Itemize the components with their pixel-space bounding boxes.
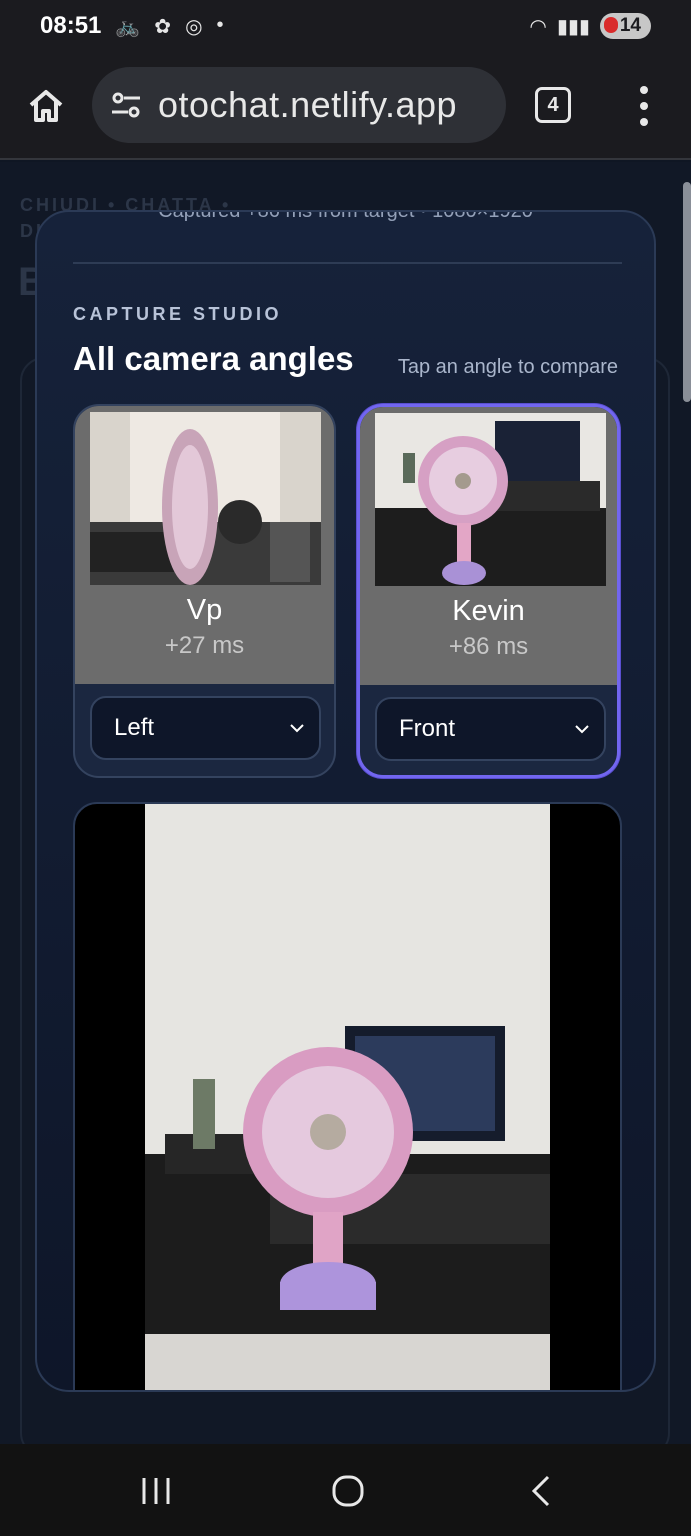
section-eyebrow: CAPTURE STUDIO xyxy=(73,304,283,324)
wifi-icon: ◠ xyxy=(529,15,547,38)
back-icon[interactable] xyxy=(522,1474,562,1508)
status-system-icons: ◠ ▮▮▮ 14 xyxy=(529,13,651,39)
page-scrollbar[interactable] xyxy=(683,182,691,402)
angle-select-value: Front xyxy=(399,715,456,742)
more-vert-icon[interactable] xyxy=(636,86,652,126)
chevron-down-icon xyxy=(290,724,304,733)
angle-card-vp[interactable]: Vp +27 ms Left xyxy=(73,404,336,778)
tabs-button[interactable]: 4 xyxy=(535,87,571,123)
angle-name: Kevin xyxy=(452,595,525,627)
capture-studio-modal: Captured +86 ms from target · 1080×1920 … xyxy=(35,210,656,1392)
capture-preview[interactable] xyxy=(73,802,622,1390)
angle-card-header: Kevin +86 ms xyxy=(360,407,617,685)
status-notification-icons: 🚲 ✿ ◎ • xyxy=(115,14,223,39)
home-icon[interactable] xyxy=(26,86,66,126)
dot-icon: • xyxy=(216,13,224,36)
angle-select[interactable]: Left xyxy=(90,696,321,760)
modal-hint: Tap an angle to compare xyxy=(397,356,618,378)
battery-badge: 14 xyxy=(599,13,651,39)
tab-count: 4 xyxy=(547,93,559,116)
signal-icon: ▮▮▮ xyxy=(556,15,590,38)
gear-flower-icon: ✿ xyxy=(154,15,172,38)
angle-select[interactable]: Front xyxy=(375,697,606,761)
home-nav-icon[interactable] xyxy=(328,1474,368,1508)
status-time: 08:51 xyxy=(40,12,102,39)
chrome-icon: ◎ xyxy=(185,15,203,38)
capture-info-text: Captured +86 ms from target · 1080×1920 xyxy=(158,210,533,222)
angle-card-header: Vp +27 ms xyxy=(75,406,334,684)
tune-icon[interactable] xyxy=(108,87,144,123)
modal-title: All camera angles xyxy=(73,340,354,377)
recents-icon[interactable] xyxy=(136,1474,176,1508)
divider xyxy=(73,262,622,264)
url-text[interactable]: otochat.netlify.app xyxy=(158,84,457,126)
angle-offset: +86 ms xyxy=(448,633,529,660)
angle-select-value: Left xyxy=(114,714,155,741)
status-bar: 08:51 🚲 ✿ ◎ • ◠ ▮▮▮ 14 xyxy=(0,0,691,52)
address-bar[interactable]: otochat.netlify.app xyxy=(92,67,506,143)
chevron-down-icon xyxy=(575,725,589,734)
angle-offset: +27 ms xyxy=(164,632,245,659)
angle-thumbnail xyxy=(90,412,321,585)
angle-thumbnail xyxy=(375,413,606,586)
angle-card-kevin[interactable]: Kevin +86 ms Front xyxy=(357,404,620,778)
angle-name: Vp xyxy=(186,594,223,626)
browser-toolbar: otochat.netlify.app 4 xyxy=(0,52,691,160)
preview-image xyxy=(145,804,550,1390)
system-nav-bar xyxy=(0,1444,691,1536)
bike-icon: 🚲 xyxy=(115,15,141,38)
